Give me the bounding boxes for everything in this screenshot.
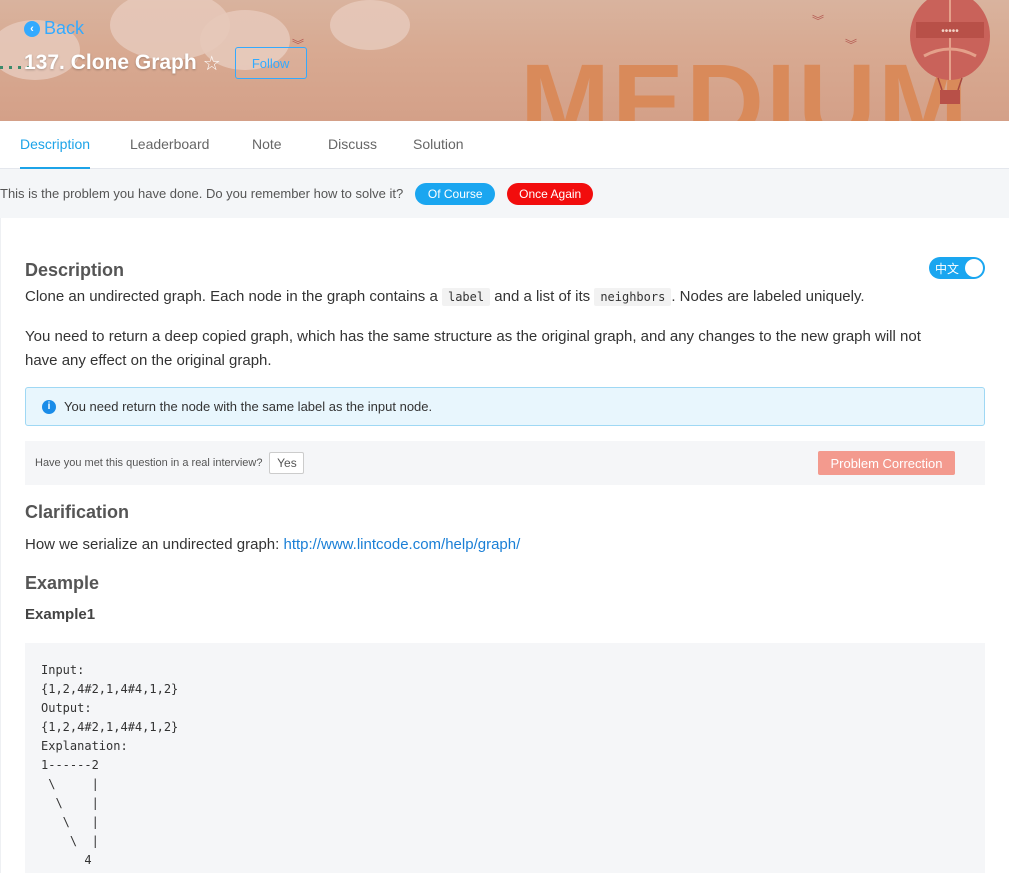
text-span: and a list of its xyxy=(490,288,595,305)
chevron-left-icon: ‹ xyxy=(24,20,40,37)
info-note: i You need return the node with the same… xyxy=(25,387,985,426)
problem-content: Description 中文 Clone an undirected graph… xyxy=(0,218,1009,873)
tab-note[interactable]: Note xyxy=(252,121,282,169)
star-icon[interactable]: ☆ xyxy=(203,51,221,76)
description-heading: Description xyxy=(25,260,125,280)
hot-air-balloon-icon: ••••• xyxy=(910,0,990,104)
done-notice-bar: This is the problem you have done. Do yo… xyxy=(0,169,1009,218)
of-course-button[interactable]: Of Course xyxy=(415,182,496,205)
problem-correction-button[interactable]: Problem Correction xyxy=(818,451,955,475)
example-code-block: Input: {1,2,4#2,1,4#4,1,2} Output: {1,2,… xyxy=(25,643,985,873)
back-label: Back xyxy=(44,18,85,38)
bird-icon: ︾ xyxy=(812,14,825,28)
once-again-button[interactable]: Once Again xyxy=(507,182,594,205)
language-toggle-label: 中文 xyxy=(935,261,960,276)
text-span: Clone an undirected graph. Each node in … xyxy=(25,288,442,305)
bird-icon: ︾ xyxy=(845,38,858,52)
inline-code-neighbors: neighbors xyxy=(594,288,672,306)
svg-text:•••••: ••••• xyxy=(941,26,959,37)
language-toggle[interactable]: 中文 xyxy=(929,257,985,279)
interview-question-text: Have you met this question in a real int… xyxy=(35,457,263,469)
follow-button[interactable]: Follow xyxy=(234,47,307,79)
problem-banner: MEDIUM ︾ ︾ ︾ ••••• ‹ Back 137. Clone Gra… xyxy=(0,0,1009,121)
banner-cloud xyxy=(330,0,410,50)
page-title: 137. Clone Graph xyxy=(24,51,197,74)
description-paragraph-2: You need to return a deep copied graph, … xyxy=(25,325,921,373)
clarification-heading: Clarification xyxy=(25,502,130,522)
text-line: You need to return a deep copied graph, … xyxy=(25,328,921,345)
text-span: How we serialize an undirected graph: xyxy=(25,536,284,553)
back-link[interactable]: ‹ Back xyxy=(24,18,84,39)
tab-discuss[interactable]: Discuss xyxy=(328,121,377,169)
problem-tabs: Description Leaderboard Note Discuss Sol… xyxy=(0,121,1009,169)
text-line: have any effect on the original graph. xyxy=(25,352,272,369)
example1-heading: Example1 xyxy=(25,606,96,623)
yes-button[interactable]: Yes xyxy=(269,452,305,474)
info-note-text: You need return the node with the same l… xyxy=(64,399,433,414)
toggle-knob xyxy=(965,259,983,277)
clarification-text: How we serialize an undirected graph: ht… xyxy=(25,533,520,557)
tab-description[interactable]: Description xyxy=(20,121,90,169)
text-span: . Nodes are labeled uniquely. xyxy=(671,288,865,305)
tab-leaderboard[interactable]: Leaderboard xyxy=(130,121,209,169)
description-paragraph-1: Clone an undirected graph. Each node in … xyxy=(25,285,865,309)
done-message: This is the problem you have done. Do yo… xyxy=(0,186,404,201)
example-heading: Example xyxy=(25,573,100,593)
inline-code-label: label xyxy=(441,288,491,306)
tab-solution[interactable]: Solution xyxy=(413,121,464,169)
difficulty-watermark: MEDIUM xyxy=(520,41,970,122)
graph-help-link[interactable]: http://www.lintcode.com/help/graph/ xyxy=(283,536,520,553)
title-row: 137. Clone Graph ☆ Follow xyxy=(24,47,307,79)
interview-question-bar: Have you met this question in a real int… xyxy=(25,441,985,485)
info-icon: i xyxy=(42,399,56,414)
